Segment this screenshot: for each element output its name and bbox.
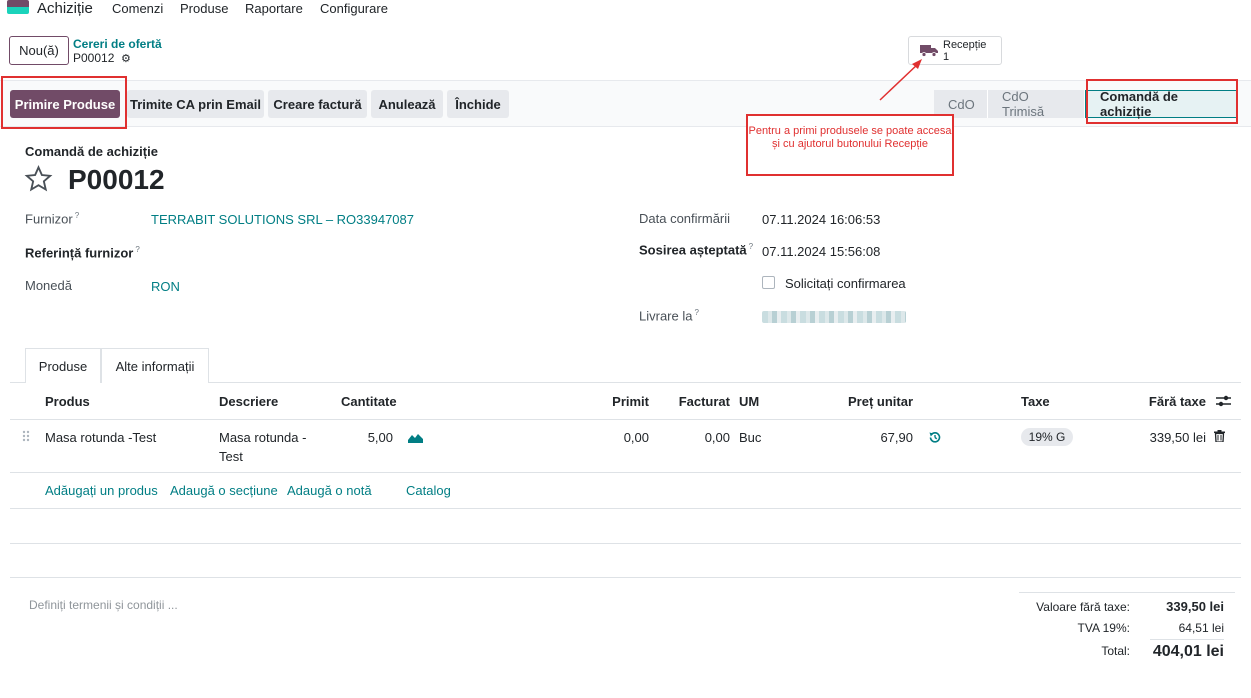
col-received[interactable]: Primit — [580, 394, 649, 409]
tax-total-label: TVA 19%: — [1077, 621, 1130, 635]
new-button[interactable]: Nou(ă) — [9, 36, 69, 65]
add-product-link[interactable]: Adăugați un produs — [45, 483, 158, 498]
col-unit-price[interactable]: Preț unitar — [800, 394, 913, 409]
po-number-title: P00012 — [68, 164, 165, 195]
currency-label: Monedă — [25, 278, 72, 293]
total-divider — [1150, 639, 1224, 640]
drag-handle-icon[interactable] — [22, 430, 30, 442]
total-label: Total: — [1101, 644, 1130, 658]
supplier-label: Furnizor? — [25, 211, 80, 227]
doc-type-label: Comandă de achiziție — [25, 144, 158, 159]
col-product[interactable]: Produs — [45, 394, 90, 409]
col-invoiced[interactable]: Facturat — [660, 394, 730, 409]
vendor-ref-input[interactable] — [151, 240, 571, 264]
stage-cdo-trimisa[interactable]: CdO Trimisă — [988, 89, 1085, 119]
receipt-count: 1 — [943, 51, 950, 63]
forecast-chart-icon[interactable] — [408, 432, 423, 443]
breadcrumb-parent[interactable]: Cereri de ofertă — [73, 37, 162, 51]
empty-row-divider-2 — [10, 543, 1241, 544]
row-desc-line1[interactable]: Masa rotunda - — [219, 430, 306, 445]
currency-field[interactable]: RON — [151, 279, 180, 294]
col-taxes[interactable]: Taxe — [1021, 394, 1050, 409]
expected-arrival-label: Sosirea așteptată? — [639, 242, 754, 258]
row-uom[interactable]: Buc — [739, 430, 761, 445]
add-note-link[interactable]: Adaugă o notă — [287, 483, 372, 498]
receipt-label: Recepție — [943, 39, 987, 51]
row-unit-price[interactable]: 67,90 — [800, 430, 913, 445]
cancel-button[interactable]: Anulează — [371, 90, 443, 118]
table-bottom-divider — [10, 577, 1241, 578]
confirm-date-label: Data confirmării — [639, 211, 731, 226]
highlight-status-stage — [1086, 79, 1238, 124]
history-icon[interactable] — [929, 431, 941, 443]
untaxed-label: Valoare fără taxe: — [1036, 600, 1130, 614]
active-tab-connector — [26, 381, 100, 383]
breadcrumb-current: P00012 — [73, 51, 115, 65]
annotation-callout: Pentru a primi produsele se poate accesa… — [746, 114, 954, 176]
trash-icon[interactable] — [1214, 430, 1225, 442]
supplier-field[interactable]: TERRABIT SOLUTIONS SRL – RO33947087 — [151, 212, 414, 227]
menu-raportare[interactable]: Raportare — [245, 1, 303, 16]
menu-produse[interactable]: Produse — [180, 1, 228, 16]
totals-top-divider — [1019, 592, 1235, 593]
row-received: 0,00 — [623, 430, 649, 445]
create-invoice-button[interactable]: Creare factură — [268, 90, 367, 118]
tab-produse[interactable]: Produse — [25, 348, 101, 383]
col-subtotal[interactable]: Fără taxe — [1120, 394, 1206, 409]
top-navbar: Achiziție Comenzi Produse Raportare Conf… — [0, 0, 1251, 20]
gear-icon[interactable]: ⚙ — [121, 52, 131, 65]
confirm-date-field[interactable]: 07.11.2024 16:06:53 — [762, 212, 880, 227]
deliver-to-label: Livrare la? — [639, 308, 699, 324]
app-title[interactable]: Achiziție — [37, 0, 93, 17]
row-quantity[interactable]: 5,00 — [330, 430, 393, 445]
deliver-to-field-blurred[interactable] — [762, 311, 906, 323]
row-desc-line2[interactable]: Test — [219, 449, 243, 464]
total-value: 404,01 lei — [1152, 643, 1224, 660]
col-description[interactable]: Descriere — [219, 394, 278, 409]
favorite-star-icon[interactable] — [24, 165, 53, 193]
close-button[interactable]: Închide — [447, 90, 509, 118]
row-divider — [10, 472, 1241, 473]
catalog-link[interactable]: Catalog — [406, 483, 451, 498]
annotation-arrow — [879, 59, 922, 101]
tab-alte-informatii[interactable]: Alte informații — [101, 348, 209, 383]
tax-total-value: 64,51 lei — [1178, 621, 1224, 635]
terms-input[interactable]: Definiți termenii și condiții ... — [29, 598, 178, 612]
empty-row-divider-1 — [10, 508, 1241, 509]
vendor-ref-label: Referință furnizor? — [25, 245, 140, 261]
row-product[interactable]: Masa rotunda -Test — [45, 430, 156, 445]
highlight-receive-button — [1, 76, 127, 129]
column-settings-icon[interactable] — [1216, 394, 1231, 408]
expected-arrival-field[interactable]: 07.11.2024 15:56:08 — [762, 244, 880, 259]
col-uom[interactable]: UM — [739, 394, 759, 409]
ask-confirmation-label: Solicitați confirmarea — [785, 276, 906, 291]
untaxed-value: 339,50 lei — [1166, 599, 1224, 614]
col-quantity[interactable]: Cantitate — [341, 394, 397, 409]
tax-badge[interactable]: 19% G — [1021, 428, 1073, 446]
row-subtotal: 339,50 lei — [1149, 430, 1206, 445]
menu-comenzi[interactable]: Comenzi — [112, 1, 163, 16]
ask-confirmation-checkbox[interactable] — [762, 276, 775, 289]
add-section-link[interactable]: Adaugă o secțiune — [170, 483, 278, 498]
send-po-email-button[interactable]: Trimite CA prin Email — [127, 90, 264, 118]
row-invoiced: 0,00 — [704, 430, 730, 445]
menu-configurare[interactable]: Configurare — [320, 1, 388, 16]
purchase-app-icon[interactable] — [7, 0, 29, 14]
